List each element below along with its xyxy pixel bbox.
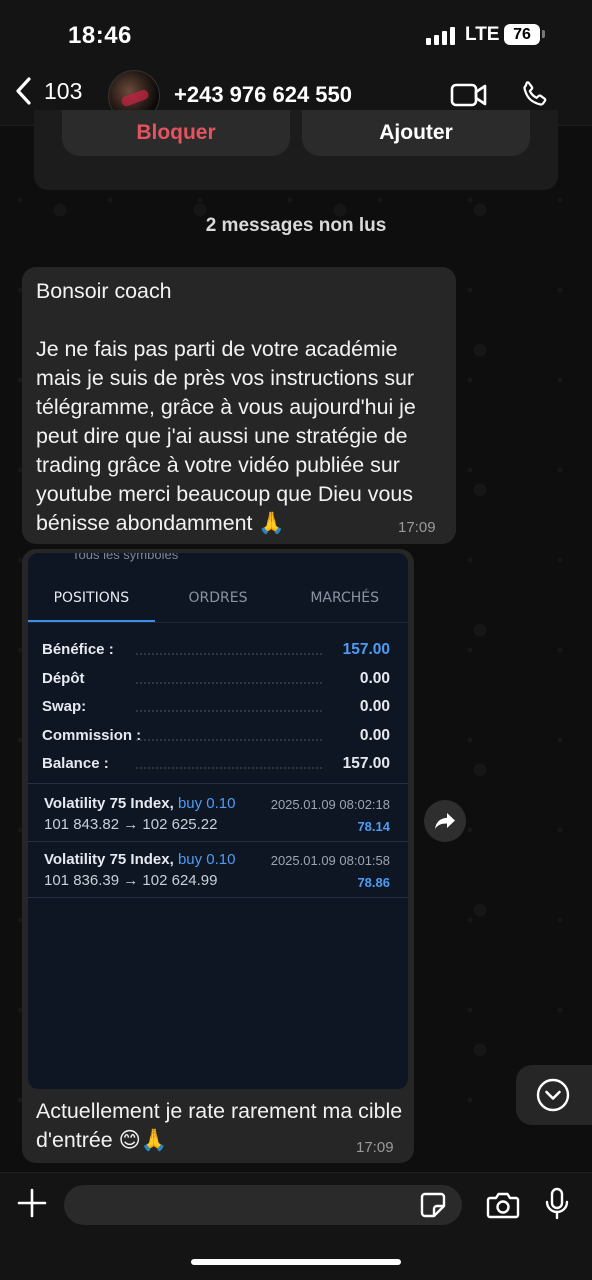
message-text: Actuellement je rate rarement ma cible d… [36, 1099, 403, 1152]
video-call-icon[interactable] [450, 82, 488, 108]
forward-button[interactable] [424, 800, 466, 842]
block-button[interactable]: Bloquer [62, 110, 290, 156]
position-side: buy 0.10 [177, 851, 236, 868]
back-button[interactable]: 103 [14, 76, 82, 106]
summary-row-balance: Balance : 157.00 [28, 751, 408, 780]
unknown-contact-card: Bloquer Ajouter [34, 110, 558, 190]
position-row: Volatility 75 Index, buy 0.10 101 836.39… [28, 843, 408, 899]
home-indicator [191, 1259, 401, 1265]
chevron-left-icon [16, 77, 31, 105]
forward-icon [435, 813, 455, 829]
divider [28, 897, 408, 898]
image-message-bubble[interactable]: Tous les symboles POSITIONS ORDRES MARCH… [22, 549, 414, 1163]
status-bar: 18:46 LTE 76 [0, 0, 592, 62]
camera-icon[interactable] [486, 1190, 520, 1220]
summary-label: Commission : [42, 726, 142, 744]
plus-icon[interactable] [16, 1187, 48, 1219]
message-time: 17:09 [356, 1139, 394, 1156]
message-text: Bonsoir coach Je ne fais pas parti de vo… [36, 279, 416, 535]
position-symbol: Volatility 75 Index, buy 0.10 [44, 795, 236, 812]
summary-label: Balance : [42, 755, 109, 772]
dotted-leader [136, 738, 322, 741]
microphone-icon[interactable] [544, 1187, 570, 1221]
summary-value: 157.00 [342, 641, 390, 658]
position-profit: 78.14 [357, 819, 390, 834]
add-contact-button[interactable]: Ajouter [302, 110, 530, 156]
symbols-filter-text: Tous les symboles [72, 553, 179, 562]
tab-positions: POSITIONS [28, 573, 155, 622]
status-time: 18:46 [68, 22, 132, 49]
summary-value: 0.00 [359, 669, 390, 687]
position-prices: 101 843.82 → 102 625.22 [44, 816, 218, 833]
position-date: 2025.01.09 08:01:58 [270, 853, 390, 868]
summary-value: 157.00 [342, 755, 390, 772]
position-row: Volatility 75 Index, buy 0.10 101 843.82… [28, 787, 408, 843]
message-time: 17:09 [398, 519, 436, 536]
chevron-down-circle-icon [536, 1078, 570, 1112]
dotted-leader [136, 653, 322, 655]
message-input[interactable] [64, 1185, 462, 1225]
summary-row-profit: Bénéfice : 157.00 [28, 637, 408, 666]
unread-chats-count: 103 [44, 77, 83, 104]
summary-label: Dépôt [42, 669, 85, 687]
divider [28, 841, 408, 842]
battery-nub [542, 30, 545, 38]
summary-value: 0.00 [359, 698, 390, 715]
sticker-icon[interactable] [420, 1192, 446, 1218]
dotted-leader [136, 681, 322, 684]
phone-call-icon[interactable] [518, 79, 550, 111]
signal-icon [426, 27, 455, 45]
position-side: buy 0.10 [177, 795, 236, 812]
summary-label: Bénéfice : [42, 641, 114, 658]
position-prices: 101 836.39 → 102 624.99 [44, 872, 218, 889]
divider [28, 783, 408, 784]
scroll-to-bottom-button[interactable] [516, 1065, 592, 1125]
tab-orders: ORDRES [188, 590, 248, 606]
summary-row-deposit: Dépôt 0.00 [28, 666, 408, 695]
battery-icon: 76 [504, 24, 540, 45]
account-summary: Bénéfice : 157.00 Dépôt 0.00 Swap: 0.00 … [28, 637, 408, 780]
contact-name[interactable]: +243 976 624 550 [174, 82, 352, 108]
summary-row-commission: Commission : 0.00 [28, 723, 408, 752]
dotted-leader [136, 767, 322, 769]
trade-tabs: POSITIONS ORDRES MARCHÉS [28, 573, 408, 623]
message-bubble[interactable]: Bonsoir coach Je ne fais pas parti de vo… [22, 267, 456, 544]
position-date: 2025.01.09 08:02:18 [270, 797, 390, 812]
dotted-leader [136, 710, 322, 712]
summary-value: 0.00 [359, 726, 390, 744]
summary-label: Swap: [42, 698, 87, 715]
tab-markets: MARCHÉS [310, 590, 380, 606]
unread-divider: 2 messages non lus [205, 215, 387, 236]
summary-row-swap: Swap: 0.00 [28, 694, 408, 723]
network-type: LTE [465, 24, 500, 45]
position-profit: 78.86 [357, 875, 390, 890]
trading-screenshot[interactable]: Tous les symboles POSITIONS ORDRES MARCH… [28, 553, 408, 1089]
position-symbol: Volatility 75 Index, buy 0.10 [44, 851, 236, 868]
